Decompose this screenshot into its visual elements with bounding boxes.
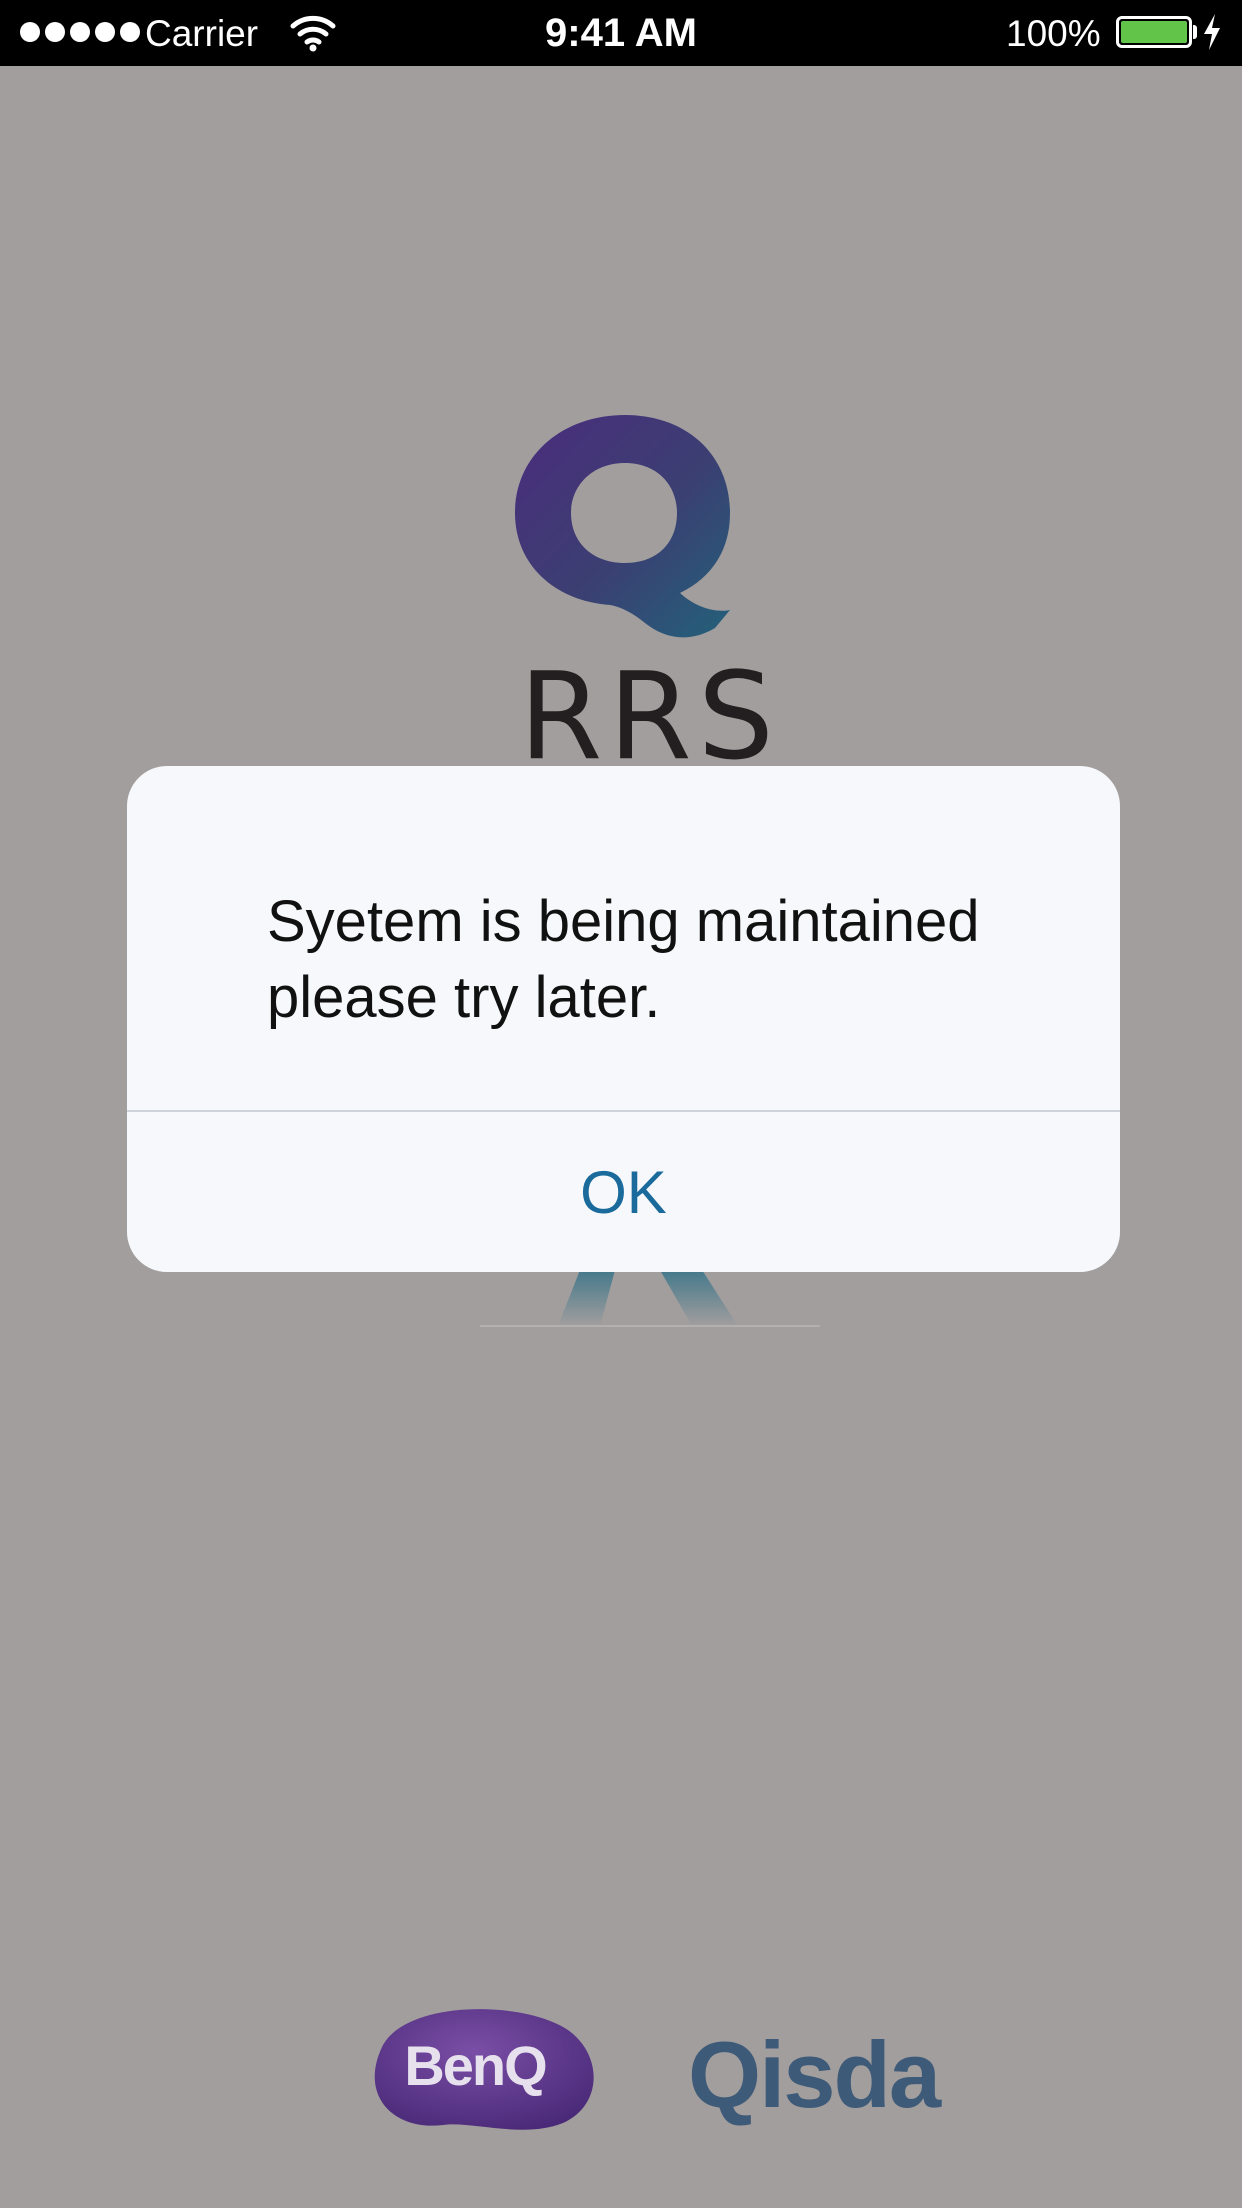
charging-bolt-icon <box>1204 14 1220 50</box>
alert-message-line1: Syetem is being maintained <box>267 889 980 954</box>
app-logo-text: RRS <box>519 648 780 787</box>
svg-text:BenQ: BenQ <box>404 2034 546 2097</box>
maintenance-alert-dialog: Syetem is being maintained please try la… <box>127 766 1120 1272</box>
ok-button[interactable]: OK <box>127 1112 1120 1272</box>
alert-message: Syetem is being maintained please try la… <box>267 884 1067 1036</box>
battery-icon <box>1116 16 1192 48</box>
benq-logo: BenQ <box>374 2009 594 2130</box>
battery-fill <box>1121 21 1187 43</box>
battery-percent: 100% <box>1006 13 1101 54</box>
logo-reflection <box>480 1270 820 1327</box>
status-bar: Carrier 9:41 AM 100% <box>0 0 1242 66</box>
q-logo-icon <box>515 415 730 638</box>
qisda-logo: Qisda <box>688 2022 941 2127</box>
alert-message-line2: please try later. <box>267 965 661 1030</box>
battery-nub <box>1193 25 1197 39</box>
